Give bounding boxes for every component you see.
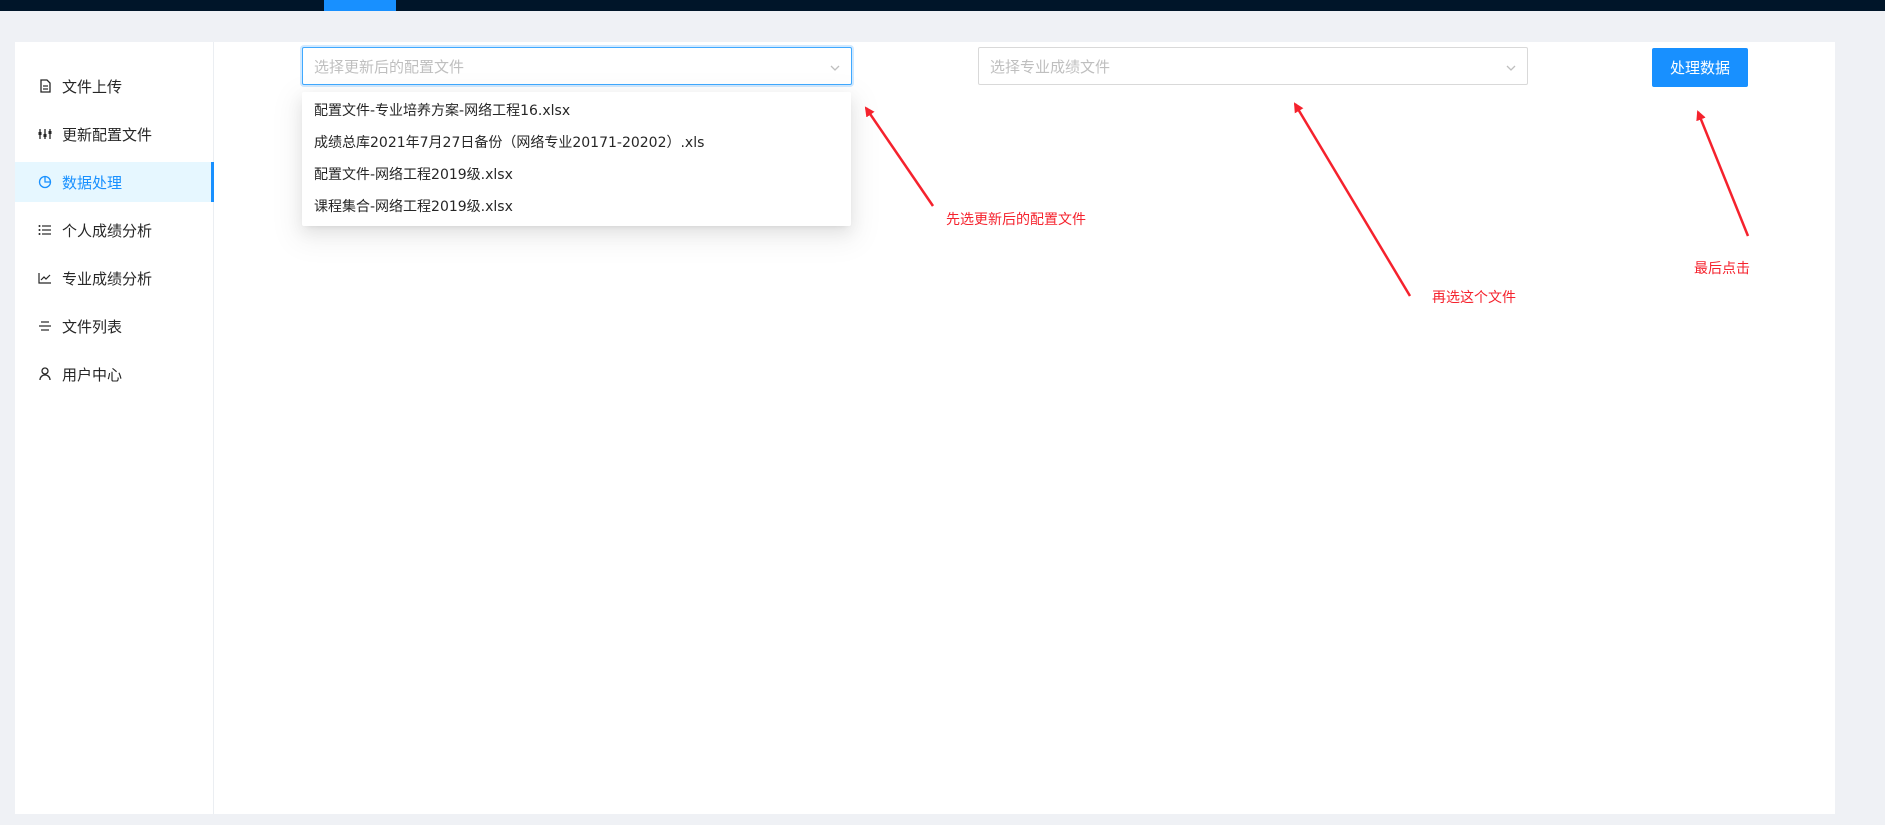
top-navbar	[0, 0, 1885, 11]
sidebar-item-label: 数据处理	[62, 173, 123, 192]
sidebar-item-file-upload[interactable]: 文件上传	[15, 66, 214, 106]
config-select-placeholder: 选择更新后的配置文件	[314, 57, 465, 76]
grades-file-select[interactable]: 选择专业成绩文件	[978, 47, 1528, 85]
sidebar-item-label: 用户中心	[62, 365, 123, 384]
sidebar-item-personal-analysis[interactable]: 个人成绩分析	[15, 210, 214, 250]
annotation-step3: 最后点击	[1694, 261, 1750, 277]
sidebar-item-label: 文件上传	[62, 77, 123, 96]
sidebar: 文件上传 更新配置文件 数据处理 个人成绩分析 专业成绩分析 文件列表 用户中心	[15, 42, 214, 814]
sidebar-item-user-center[interactable]: 用户中心	[15, 354, 214, 394]
list-icon	[38, 223, 52, 237]
pie-chart-icon	[38, 175, 52, 189]
dropdown-option[interactable]: 配置文件-专业培养方案-网络工程16.xlsx	[302, 94, 851, 126]
dropdown-option[interactable]: 课程集合-网络工程2019级.xlsx	[302, 190, 851, 222]
main-card: 文件上传 更新配置文件 数据处理 个人成绩分析 专业成绩分析 文件列表 用户中心	[15, 42, 1835, 814]
config-file-select[interactable]: 选择更新后的配置文件	[302, 47, 852, 85]
top-nav-active-tab[interactable]	[324, 0, 396, 11]
process-data-button[interactable]: 处理数据	[1652, 48, 1748, 87]
config-select-dropdown: 配置文件-专业培养方案-网络工程16.xlsx 成绩总库2021年7月27日备份…	[302, 92, 851, 226]
line-chart-icon	[38, 271, 52, 285]
sidebar-item-major-analysis[interactable]: 专业成绩分析	[15, 258, 214, 298]
annotation-step1: 先选更新后的配置文件	[946, 212, 1086, 228]
file-icon	[38, 79, 52, 93]
sidebar-item-update-config[interactable]: 更新配置文件	[15, 114, 214, 154]
sidebar-item-label: 个人成绩分析	[62, 221, 153, 240]
sidebar-item-file-list[interactable]: 文件列表	[15, 306, 214, 346]
sidebar-item-label: 专业成绩分析	[62, 269, 153, 288]
grades-select-placeholder: 选择专业成绩文件	[990, 57, 1111, 76]
sidebar-item-data-processing[interactable]: 数据处理	[15, 162, 214, 202]
dropdown-option[interactable]: 配置文件-网络工程2019级.xlsx	[302, 158, 851, 190]
sidebar-item-label: 文件列表	[62, 317, 123, 336]
sliders-icon	[38, 127, 52, 141]
chevron-down-icon	[829, 60, 841, 72]
chevron-down-icon	[1505, 60, 1517, 72]
menu-icon	[38, 319, 52, 333]
user-icon	[38, 367, 52, 381]
sidebar-item-label: 更新配置文件	[62, 125, 153, 144]
annotation-step2: 再选这个文件	[1432, 290, 1516, 306]
dropdown-option[interactable]: 成绩总库2021年7月27日备份（网络专业20171-20202）.xls	[302, 126, 851, 158]
